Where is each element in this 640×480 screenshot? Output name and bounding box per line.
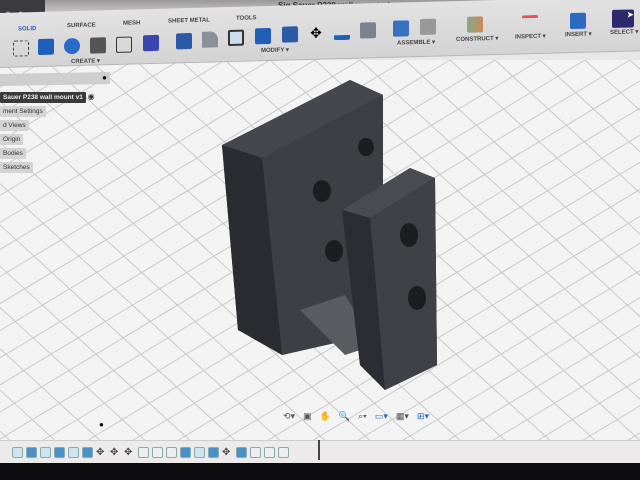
timeline[interactable]: ✥ ✥ ✥ ✥ (0, 440, 640, 464)
timeline-combine-icon[interactable] (180, 447, 191, 458)
viewports-icon[interactable]: ⊞▾ (417, 411, 429, 422)
timeline-extrude-icon[interactable] (82, 447, 93, 458)
browser-item-bodies[interactable]: Bodies (0, 148, 26, 159)
grid-line (449, 60, 640, 235)
move-icon[interactable]: ✥ (308, 25, 324, 41)
create-menu[interactable]: CREATE ▾ (71, 57, 100, 65)
align-icon[interactable] (334, 23, 350, 41)
tab-mesh[interactable]: MESH (123, 20, 140, 26)
shell-icon[interactable] (228, 29, 244, 47)
new-component-icon[interactable] (393, 20, 409, 37)
insert-menu[interactable]: INSERT ▾ (565, 31, 592, 39)
visibility-icon[interactable]: ◉ (88, 92, 95, 101)
tab-sheet-metal[interactable]: SHEET METAL (168, 18, 210, 25)
select-icon[interactable]: ➤ (612, 9, 634, 28)
screen-bezel (0, 463, 640, 480)
browser-panel: Sauer P238 wall mount v1 ◉ ment Settings… (0, 92, 95, 176)
pan-icon[interactable]: ✋ (320, 411, 331, 422)
timeline-move-icon[interactable]: ✥ (110, 447, 121, 458)
combine-icon[interactable] (255, 27, 271, 45)
modify-menu[interactable]: MODIFY ▾ (261, 46, 289, 54)
timeline-extrude-icon[interactable] (208, 447, 219, 458)
timeline-extrude-icon[interactable] (26, 447, 37, 458)
insert-image-icon[interactable] (570, 12, 586, 30)
look-at-icon[interactable]: ▣ (303, 411, 312, 422)
timeline-extrude-icon[interactable] (54, 447, 65, 458)
fillet-icon[interactable] (202, 31, 218, 48)
tab-tools[interactable]: TOOLS (236, 15, 257, 22)
grid-line (494, 60, 640, 194)
timeline-sketch-icon[interactable] (194, 447, 205, 458)
joint-icon[interactable] (420, 18, 436, 36)
assemble-menu[interactable]: ASSEMBLE ▾ (397, 39, 435, 47)
grid-line (484, 351, 640, 445)
tab-solid[interactable]: SOLID (18, 26, 36, 32)
timeline-move-icon[interactable]: ✥ (124, 447, 135, 458)
grid-line (404, 60, 640, 277)
orbit-icon[interactable]: ⟲▾ (283, 411, 295, 422)
timeline-sketch-icon[interactable] (40, 447, 51, 458)
timeline-sketch-icon[interactable] (68, 447, 79, 458)
grid-line (629, 60, 640, 70)
timeline-combine-icon[interactable] (236, 447, 247, 458)
select-menu[interactable]: SELECT ▾ (610, 28, 638, 36)
sketch-icon[interactable] (13, 40, 29, 57)
model-body[interactable] (222, 80, 437, 390)
3d-viewport[interactable] (0, 60, 640, 445)
zoom-icon[interactable]: 🔍 (339, 411, 350, 422)
chamfer-icon[interactable] (360, 22, 376, 39)
fit-icon[interactable]: ⌕▾ (358, 411, 367, 422)
grid-line (439, 324, 640, 445)
sculpt-icon[interactable] (143, 34, 159, 52)
mesh-icon[interactable] (116, 36, 132, 53)
browser-item-document-settings[interactable]: ment Settings (0, 106, 46, 117)
grid-line (574, 405, 640, 445)
grid-settings-icon[interactable]: ▦▾ (396, 411, 409, 422)
timeline-chamfer-icon[interactable] (264, 447, 275, 458)
browser-item-origin[interactable]: Origin (0, 134, 24, 145)
press-pull-icon[interactable] (176, 32, 192, 50)
timeline-marker[interactable] (318, 440, 320, 460)
browser-root-document[interactable]: Sauer P238 wall mount v1 (0, 92, 86, 103)
timeline-fillet-icon[interactable] (166, 447, 177, 458)
timeline-fillet-icon[interactable] (138, 447, 149, 458)
timeline-fillet-icon[interactable] (152, 447, 163, 458)
measure-icon[interactable] (522, 14, 538, 24)
timeline-chamfer-icon[interactable] (278, 447, 289, 458)
split-icon[interactable] (282, 26, 298, 43)
extrude-icon[interactable] (38, 38, 54, 56)
inspect-menu[interactable]: INSPECT ▾ (515, 33, 546, 41)
plane-icon[interactable] (467, 16, 483, 33)
tab-surface[interactable]: SURFACE (67, 22, 96, 29)
timeline-sketch-icon[interactable] (12, 447, 23, 458)
timeline-move-icon[interactable]: ✥ (96, 447, 107, 458)
timeline-chamfer-icon[interactable] (250, 447, 261, 458)
box-icon[interactable] (90, 37, 106, 54)
timeline-move-icon[interactable]: ✥ (222, 447, 233, 458)
ground-grid (0, 60, 640, 445)
grid-line (584, 60, 640, 112)
ribbon-toolbar: SOLID SURFACE MESH SHEET METAL TOOLS CRE… (0, 0, 640, 68)
comments-icon[interactable]: ● (99, 420, 104, 429)
display-settings-icon[interactable]: ▭▾ (375, 411, 388, 422)
browser-item-sketches[interactable]: Sketches (0, 162, 33, 173)
browser-header[interactable]: ● (0, 72, 110, 86)
grid-line (619, 432, 640, 445)
construct-menu[interactable]: CONSTRUCT ▾ (456, 35, 498, 43)
revolve-icon[interactable] (64, 37, 80, 55)
navigation-bar: ⟲▾ ▣ ✋ 🔍 ⌕▾ ▭▾ ▦▾ ⊞▾ (283, 411, 429, 422)
browser-item-named-views[interactable]: d Views (0, 120, 29, 131)
